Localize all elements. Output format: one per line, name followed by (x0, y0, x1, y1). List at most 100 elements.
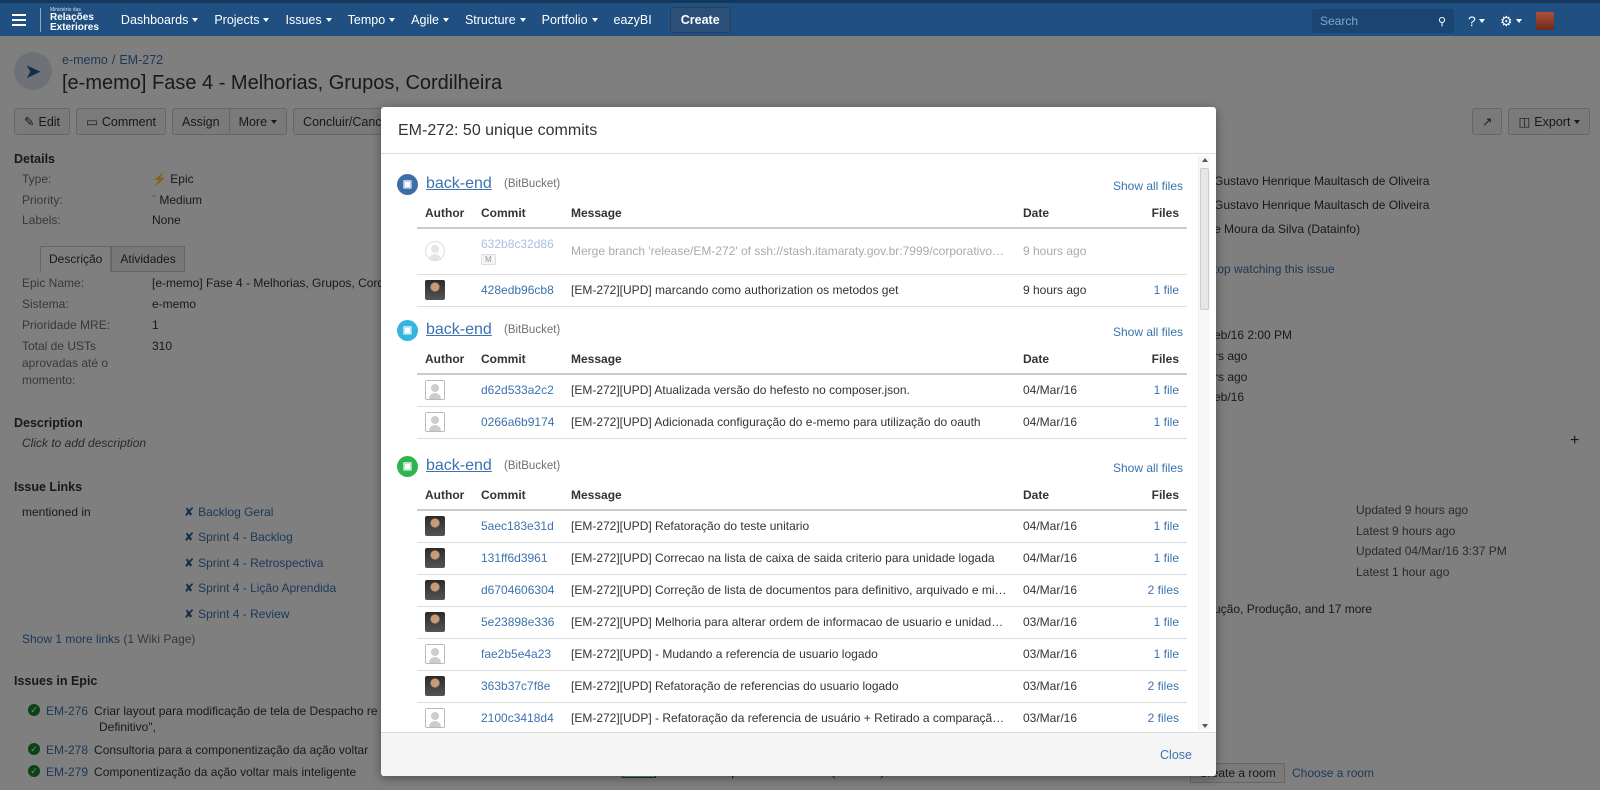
commit-hash-link[interactable]: 363b37c7f8e (481, 679, 550, 693)
nav-agile-label: Agile (411, 12, 439, 27)
files-cell: 1 file (1127, 542, 1187, 575)
header-message: Message (563, 480, 1015, 511)
message-cell: [EM-272][UPD] Adicionada configuração do… (563, 406, 1015, 439)
nav-eazybi[interactable]: eazyBI (606, 3, 660, 36)
message-cell: Merge branch 'release/EM-272' of ssh://s… (563, 228, 1015, 275)
repository-section: ▣ back-end (BitBucket) Show all files Au… (397, 172, 1187, 307)
scroll-up-arrow-icon[interactable] (1202, 158, 1208, 162)
author-cell (417, 228, 473, 275)
author-cell (417, 670, 473, 703)
header-files: Files (1127, 480, 1187, 511)
nav-issues-label: Issues (285, 12, 322, 27)
files-link[interactable]: 1 file (1154, 519, 1179, 533)
message-cell: [EM-272][UPD] Correcao na lista de caixa… (563, 542, 1015, 575)
user-avatar[interactable] (1536, 12, 1554, 30)
commit-hash-link[interactable]: 632b8c32d86 (481, 237, 554, 251)
author-avatar[interactable] (425, 580, 445, 600)
nav-issues[interactable]: Issues (277, 3, 339, 36)
date-cell: 04/Mar/16 (1015, 406, 1127, 439)
show-all-files-link[interactable]: Show all files (1113, 325, 1183, 339)
author-avatar[interactable] (425, 241, 445, 262)
menu-icon[interactable] (0, 3, 38, 36)
files-link[interactable]: 2 files (1148, 711, 1179, 725)
author-avatar[interactable] (425, 380, 445, 401)
files-link[interactable]: 1 file (1154, 383, 1179, 397)
commit-hash-link[interactable]: 428edb96cb8 (481, 283, 554, 297)
commit-hash-link[interactable]: fae2b5e4a23 (481, 647, 551, 661)
search-icon: ⚲ (1437, 15, 1446, 28)
files-cell: 1 file (1127, 510, 1187, 543)
commit-hash-link[interactable]: 0266a6b9174 (481, 415, 554, 429)
author-avatar[interactable] (425, 516, 445, 537)
commit-cell: 632b8c32d86 M (473, 228, 563, 275)
commits-table: Author Commit Message Date Files 5aec183… (417, 480, 1187, 732)
files-link[interactable]: 2 files (1148, 583, 1179, 597)
author-cell (417, 510, 473, 543)
show-all-files-link[interactable]: Show all files (1113, 179, 1183, 193)
author-avatar[interactable] (425, 708, 445, 728)
date-cell: 03/Mar/16 (1015, 638, 1127, 671)
brand-logo[interactable]: Ministério das Relações Exteriores (40, 7, 99, 33)
search-input[interactable]: Search ⚲ (1312, 9, 1454, 33)
brand-small-text: Ministério das (50, 6, 81, 13)
files-cell: 1 file (1127, 374, 1187, 407)
repository-header: ▣ back-end (BitBucket) Show all files (397, 454, 1187, 480)
files-link[interactable]: 1 file (1154, 415, 1179, 429)
commit-hash-link[interactable]: 131ff6d3961 (481, 551, 548, 565)
message-cell: [EM-272][UPD] Atualizada versão do hefes… (563, 374, 1015, 407)
commit-cell: d62d533a2c2 (473, 374, 563, 407)
author-cell (417, 702, 473, 732)
nav-dashboards[interactable]: Dashboards (113, 3, 206, 36)
files-link[interactable]: 1 file (1154, 615, 1179, 629)
author-avatar[interactable] (425, 548, 445, 568)
gear-icon[interactable]: ⚙ (1500, 13, 1526, 30)
merge-badge: M (481, 254, 496, 266)
commit-hash-link[interactable]: d6704606304 (481, 583, 554, 597)
table-header-row: Author Commit Message Date Files (417, 480, 1187, 511)
commits-dialog: EM-272: 50 unique commits ▣ back-end (Bi… (381, 107, 1216, 776)
create-button[interactable]: Create (669, 6, 731, 33)
bitbucket-repo-icon: ▣ (397, 320, 418, 341)
files-link[interactable]: 1 file (1154, 551, 1179, 565)
message-cell: [EM-272][UPD] - Mudando a referencia de … (563, 638, 1015, 671)
files-link[interactable]: 2 files (1148, 679, 1179, 693)
dialog-scrollbar[interactable] (1198, 156, 1210, 730)
brand-line-2: Exteriores (50, 21, 99, 33)
show-all-files-link[interactable]: Show all files (1113, 461, 1183, 475)
repository-name-link[interactable]: back-end (426, 321, 492, 339)
author-avatar[interactable] (425, 280, 445, 300)
chevron-down-icon (263, 17, 270, 22)
repository-host: (BitBucket) (504, 460, 561, 472)
author-avatar[interactable] (425, 612, 445, 632)
scroll-thumb[interactable] (1200, 168, 1209, 310)
header-message: Message (563, 198, 1015, 229)
scroll-down-arrow-icon[interactable] (1202, 724, 1208, 728)
files-link[interactable]: 1 file (1154, 647, 1179, 661)
chevron-down-icon (519, 17, 526, 22)
repository-name-link[interactable]: back-end (426, 175, 492, 193)
repository-name-link[interactable]: back-end (426, 457, 492, 475)
help-icon[interactable]: ? (1468, 13, 1494, 29)
header-author: Author (417, 480, 473, 511)
author-avatar[interactable] (425, 676, 445, 696)
commit-hash-link[interactable]: d62d533a2c2 (481, 383, 554, 397)
date-cell: 03/Mar/16 (1015, 606, 1127, 639)
nav-projects[interactable]: Projects (206, 3, 277, 36)
commit-hash-link[interactable]: 2100c3418d4 (481, 711, 554, 725)
files-link[interactable]: 1 file (1154, 283, 1179, 297)
dialog-header: EM-272: 50 unique commits (381, 107, 1216, 154)
nav-portfolio[interactable]: Portfolio (534, 3, 606, 36)
table-row: 2100c3418d4 [EM-272][UDP] - Refatoração … (417, 702, 1187, 732)
search-placeholder: Search (1320, 14, 1359, 28)
author-avatar[interactable] (425, 412, 445, 432)
table-header-row: Author Commit Message Date Files (417, 198, 1187, 229)
nav-tempo[interactable]: Tempo (340, 3, 404, 36)
chevron-down-icon (1478, 19, 1485, 23)
commit-hash-link[interactable]: 5e23898e336 (481, 615, 554, 629)
close-button[interactable]: Close (1160, 748, 1192, 762)
nav-structure[interactable]: Structure (457, 3, 534, 36)
date-cell: 04/Mar/16 (1015, 510, 1127, 543)
nav-agile[interactable]: Agile (403, 3, 457, 36)
author-avatar[interactable] (425, 644, 445, 664)
commit-hash-link[interactable]: 5aec183e31d (481, 519, 554, 533)
